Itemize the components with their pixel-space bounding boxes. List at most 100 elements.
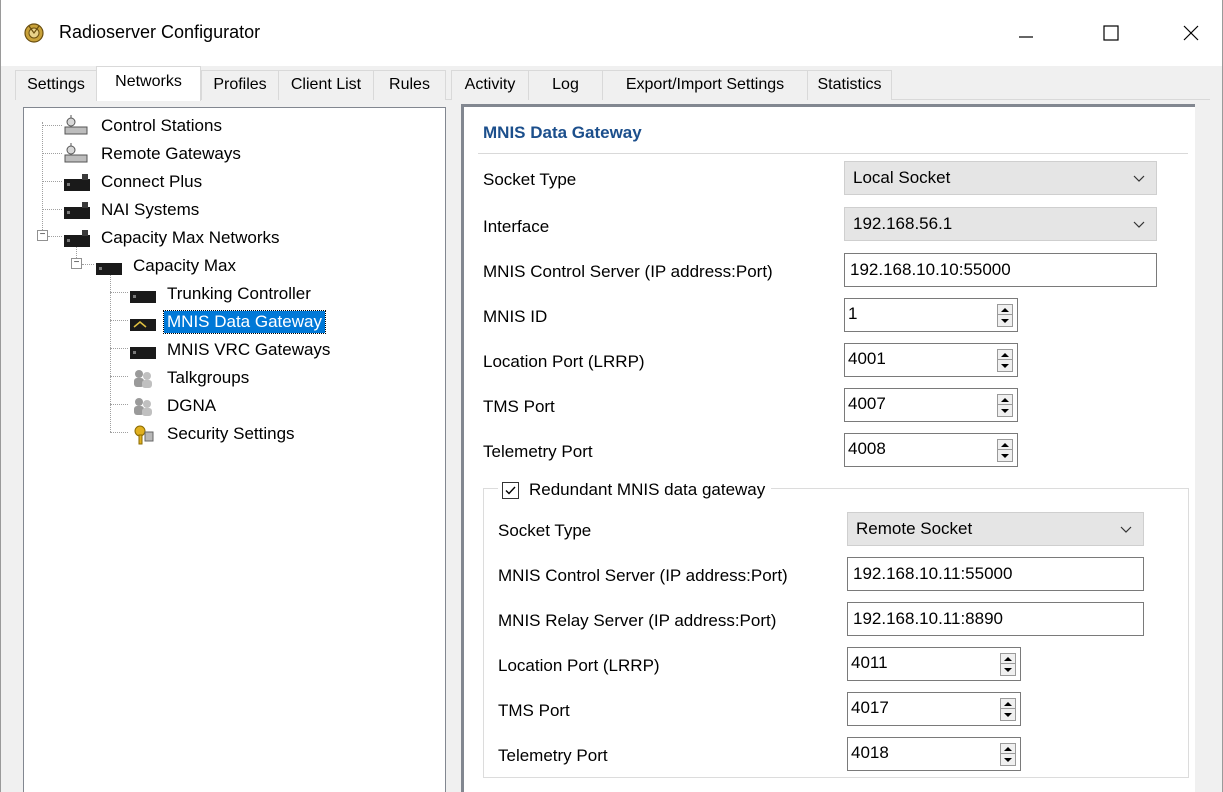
- interface-label: Interface: [483, 217, 550, 236]
- interface-select[interactable]: 192.168.56.1: [844, 207, 1157, 241]
- tree-item-talkgroups[interactable]: Talkgroups: [128, 366, 252, 390]
- collapse-capacity-max-networks-icon[interactable]: −: [37, 230, 48, 241]
- control-server-field[interactable]: 192.168.10.10:55000: [844, 253, 1157, 287]
- tree-item-label: DGNA: [167, 396, 217, 415]
- location-port-label: Location Port (LRRP): [483, 352, 645, 371]
- spin-up-icon[interactable]: [1001, 699, 1015, 709]
- redundant-tms-port-stepper[interactable]: 4017: [847, 692, 1021, 726]
- spin-buttons[interactable]: [1000, 653, 1016, 676]
- spin-buttons[interactable]: [1000, 743, 1016, 766]
- app-window: Radioserver Configurator Settings Networ…: [0, 0, 1223, 792]
- chevron-down-icon: [1120, 526, 1132, 533]
- tab-networks[interactable]: Networks: [96, 66, 201, 101]
- spin-up-icon[interactable]: [1001, 744, 1015, 754]
- mnis-id-stepper[interactable]: 1: [844, 298, 1018, 332]
- tree-item-connect-plus[interactable]: Connect Plus: [62, 170, 205, 194]
- tab-activity[interactable]: Activity: [451, 70, 529, 100]
- tab-rules[interactable]: Rules: [373, 70, 446, 100]
- tree-line: [42, 153, 62, 154]
- tab-log[interactable]: Log: [528, 70, 603, 100]
- tree-item-security-settings[interactable]: Security Settings: [128, 422, 298, 446]
- spin-up-icon[interactable]: [998, 440, 1012, 450]
- close-icon: [1183, 25, 1199, 41]
- socket-type-select[interactable]: Local Socket: [844, 161, 1157, 195]
- interface-value: 192.168.56.1: [853, 214, 953, 233]
- redundant-socket-type-select[interactable]: Remote Socket: [847, 512, 1144, 546]
- tree-item-mnis-vrc-gateways[interactable]: MNIS VRC Gateways: [128, 338, 333, 362]
- redundant-checkbox[interactable]: [502, 481, 519, 499]
- redundant-checkbox-row[interactable]: Redundant MNIS data gateway: [498, 478, 772, 502]
- collapse-capacity-max-icon[interactable]: −: [71, 258, 82, 269]
- telemetry-port-label: Telemetry Port: [483, 442, 593, 461]
- tree-item-control-stations[interactable]: Control Stations: [62, 114, 225, 138]
- tree-item-label: Trunking Controller: [167, 284, 311, 303]
- tree-item-label: MNIS VRC Gateways: [167, 340, 331, 359]
- tree-item-dgna[interactable]: DGNA: [128, 394, 219, 418]
- spin-down-icon[interactable]: [998, 316, 1012, 326]
- tree-item-nai-systems[interactable]: NAI Systems: [62, 198, 202, 222]
- maximize-icon: [1103, 25, 1119, 41]
- spin-down-icon[interactable]: [1001, 755, 1015, 765]
- relay-server-field[interactable]: 192.168.10.11:8890: [847, 602, 1144, 636]
- chevron-down-icon: [1133, 175, 1145, 182]
- redundant-socket-type-value: Remote Socket: [856, 519, 973, 538]
- title-bar: Radioserver Configurator: [1, 0, 1222, 66]
- tree-line: [42, 125, 62, 126]
- redundant-telemetry-port-stepper[interactable]: 4018: [847, 737, 1021, 771]
- checkmark-icon: [505, 486, 516, 495]
- spin-down-icon[interactable]: [998, 406, 1012, 416]
- location-port-stepper[interactable]: 4001: [844, 343, 1018, 377]
- minimize-button[interactable]: [1001, 10, 1051, 56]
- spin-down-icon[interactable]: [998, 451, 1012, 461]
- talkgroups-icon: [134, 370, 152, 388]
- spin-down-icon[interactable]: [1001, 710, 1015, 720]
- telemetry-port-stepper[interactable]: 4008: [844, 433, 1018, 467]
- redundant-tms-port-value: 4017: [851, 698, 889, 717]
- tree-item-mnis-data-gateway[interactable]: MNIS Data Gateway: [128, 310, 326, 334]
- tree-item-trunking-controller[interactable]: Trunking Controller: [128, 282, 314, 306]
- tree-item-remote-gateways[interactable]: Remote Gateways: [62, 142, 244, 166]
- section-title: MNIS Data Gateway: [483, 123, 642, 142]
- app-logo-icon: [24, 23, 44, 43]
- redundant-socket-type-label: Socket Type: [498, 521, 592, 540]
- tree-line: [110, 320, 128, 321]
- tree-line: [110, 376, 128, 377]
- tms-port-stepper[interactable]: 4007: [844, 388, 1018, 422]
- redundant-telemetry-port-value: 4018: [851, 743, 889, 762]
- spin-buttons[interactable]: [1000, 698, 1016, 721]
- tab-settings[interactable]: Settings: [15, 70, 97, 100]
- tree-item-capacity-max-networks[interactable]: Capacity Max Networks: [62, 226, 283, 250]
- redundant-telemetry-port-label: Telemetry Port: [498, 746, 608, 765]
- close-button[interactable]: [1166, 10, 1216, 56]
- tab-export-import-settings[interactable]: Export/Import Settings: [602, 70, 808, 100]
- spin-buttons[interactable]: [997, 439, 1013, 462]
- capacity-max-icon: [96, 263, 122, 275]
- spin-up-icon[interactable]: [998, 350, 1012, 360]
- tree-line: [42, 209, 62, 210]
- mnis-vrc-gateways-icon: [130, 347, 156, 359]
- redundant-control-server-field[interactable]: 192.168.10.11:55000: [847, 557, 1144, 591]
- redundant-location-port-stepper[interactable]: 4011: [847, 647, 1021, 681]
- tab-client-list[interactable]: Client List: [278, 70, 374, 100]
- security-settings-icon: [134, 425, 154, 445]
- tab-profiles[interactable]: Profiles: [201, 70, 279, 100]
- spin-buttons[interactable]: [997, 304, 1013, 327]
- tree-item-capacity-max[interactable]: Capacity Max: [94, 254, 239, 278]
- spin-down-icon[interactable]: [998, 361, 1012, 371]
- redundant-control-server-label: MNIS Control Server (IP address:Port): [498, 566, 788, 585]
- spin-down-icon[interactable]: [1001, 665, 1015, 675]
- spin-up-icon[interactable]: [998, 305, 1012, 315]
- network-tree[interactable]: − − Control Stations Remote Gateways Con…: [23, 107, 446, 792]
- spin-up-icon[interactable]: [1001, 654, 1015, 664]
- spin-buttons[interactable]: [997, 349, 1013, 372]
- dgna-icon: [134, 398, 152, 416]
- tab-statistics[interactable]: Statistics: [807, 70, 892, 100]
- maximize-button[interactable]: [1086, 10, 1136, 56]
- spin-up-icon[interactable]: [998, 395, 1012, 405]
- tree-item-label: Remote Gateways: [101, 144, 241, 163]
- tree-line: [42, 122, 43, 236]
- redundant-location-port-value: 4011: [851, 653, 888, 672]
- tree-line: [110, 274, 111, 432]
- spin-buttons[interactable]: [997, 394, 1013, 417]
- trunking-controller-icon: [130, 291, 156, 303]
